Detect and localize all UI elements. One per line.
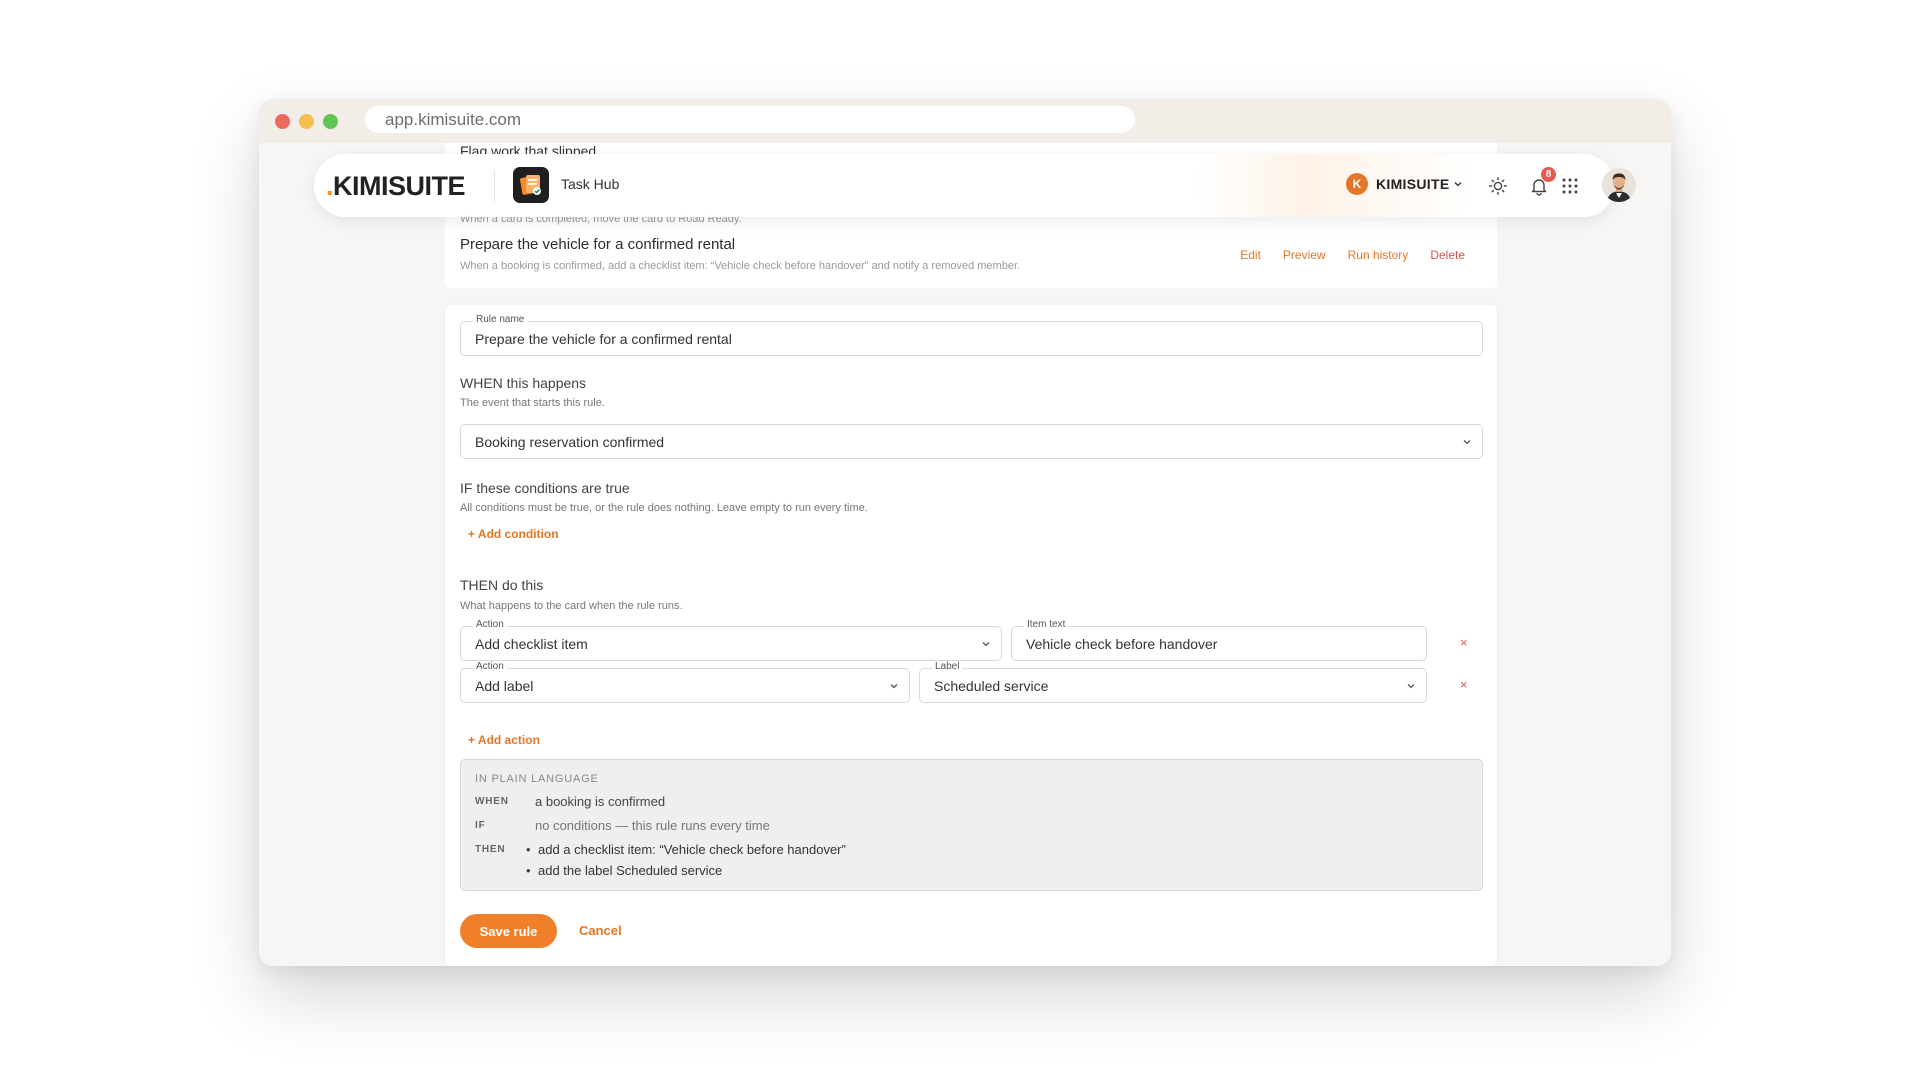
rule-editor-form: Rule name Prepare the vehicle for a conf… (445, 305, 1497, 966)
if-section-subtitle: All conditions must be true, or the rule… (460, 502, 868, 514)
summary-when-key: WHEN (475, 796, 509, 807)
browser-titlebar: app.kimisuite.com (259, 99, 1671, 143)
chevron-down-icon (1463, 440, 1471, 445)
label-value: Scheduled service (934, 678, 1049, 694)
then-section-subtitle: What happens to the card when the rule r… (460, 600, 683, 612)
action-select-2[interactable]: Action Add label (460, 661, 910, 703)
delete-link[interactable]: Delete (1430, 248, 1465, 262)
rule-row-title: Prepare the vehicle for a confirmed rent… (460, 236, 736, 253)
if-section-title: IF these conditions are true (460, 480, 630, 496)
app-header: .KIMISUITE Task Hub K KIMISUITE 8 (314, 154, 1636, 217)
task-hub-app-icon[interactable] (513, 167, 549, 203)
org-avatar: K (1346, 173, 1368, 195)
summary-if-value: no conditions — this rule runs every tim… (535, 818, 770, 833)
header-divider (494, 170, 495, 202)
add-action-button[interactable]: + Add action (468, 733, 540, 747)
plain-language-summary: IN PLAIN LANGUAGE WHEN a booking is conf… (460, 759, 1483, 891)
rule-row-actions: Edit Preview Run history Delete (1240, 248, 1465, 262)
edit-link[interactable]: Edit (1240, 248, 1261, 262)
chevron-down-icon (982, 642, 990, 647)
app-name[interactable]: Task Hub (561, 176, 619, 192)
cancel-button[interactable]: Cancel (579, 923, 622, 938)
notification-count-badge: 8 (1541, 167, 1556, 182)
item-text-label: Item text (1024, 619, 1069, 630)
action-value-2: Add label (475, 678, 534, 694)
action-select-1[interactable]: Action Add checklist item (460, 619, 1002, 661)
summary-if-key: IF (475, 820, 486, 831)
run-history-link[interactable]: Run history (1348, 248, 1409, 262)
minimize-window-button[interactable] (299, 113, 314, 129)
action-value-1: Add checklist item (475, 636, 588, 652)
trigger-value: Booking reservation confirmed (475, 434, 665, 450)
then-section-title: THEN do this (460, 577, 544, 593)
when-section-subtitle: The event that starts this rule. (460, 397, 605, 409)
user-avatar[interactable] (1602, 168, 1636, 202)
item-text-field[interactable]: Item text Vehicle check before handover (1011, 619, 1427, 661)
window-controls (275, 113, 338, 129)
label-field-label: Label (932, 661, 963, 672)
summary-heading: IN PLAIN LANGUAGE (475, 773, 599, 785)
summary-then-key: THEN (475, 844, 506, 855)
trigger-select[interactable]: Booking reservation confirmed (460, 424, 1483, 459)
close-window-button[interactable] (275, 113, 290, 129)
apps-grid-icon[interactable] (1557, 173, 1583, 199)
add-condition-button[interactable]: + Add condition (468, 527, 559, 541)
summary-when-value: a booking is confirmed (535, 794, 666, 809)
org-name: KIMISUITE (1376, 176, 1450, 192)
summary-then-item: add a checklist item: “Vehicle check bef… (526, 842, 846, 857)
summary-then-item: add the label Scheduled service (526, 863, 722, 878)
action-label-2: Action (473, 661, 507, 672)
rule-name-input[interactable]: Prepare the vehicle for a confirmed rent… (475, 331, 732, 347)
item-text-input[interactable]: Vehicle check before handover (1026, 636, 1217, 652)
preview-link[interactable]: Preview (1283, 248, 1326, 262)
browser-window: app.kimisuite.com Flag work that slipped… (259, 99, 1671, 966)
address-bar[interactable]: app.kimisuite.com (365, 106, 1135, 133)
rule-name-label: Rule name (473, 314, 528, 325)
org-switcher[interactable]: K KIMISUITE (1346, 173, 1463, 195)
remove-action-1-button[interactable]: × (1460, 635, 1468, 650)
chevron-down-icon (1407, 684, 1415, 689)
rule-name-field[interactable]: Rule name Prepare the vehicle for a conf… (460, 314, 1483, 356)
maximize-window-button[interactable] (323, 113, 338, 129)
rule-row-description: When a booking is confirmed, add a check… (460, 260, 1021, 272)
chevron-down-icon (1455, 182, 1462, 187)
sun-icon[interactable] (1485, 173, 1511, 199)
when-section-title: WHEN this happens (460, 375, 587, 391)
kimisuite-logo[interactable]: .KIMISUITE (326, 171, 466, 202)
bell-icon[interactable]: 8 (1526, 167, 1556, 199)
label-select[interactable]: Label Scheduled service (919, 661, 1427, 703)
remove-action-2-button[interactable]: × (1460, 677, 1468, 692)
chevron-down-icon (890, 684, 898, 689)
action-label-1: Action (473, 619, 507, 630)
save-rule-button[interactable]: Save rule (460, 914, 557, 948)
